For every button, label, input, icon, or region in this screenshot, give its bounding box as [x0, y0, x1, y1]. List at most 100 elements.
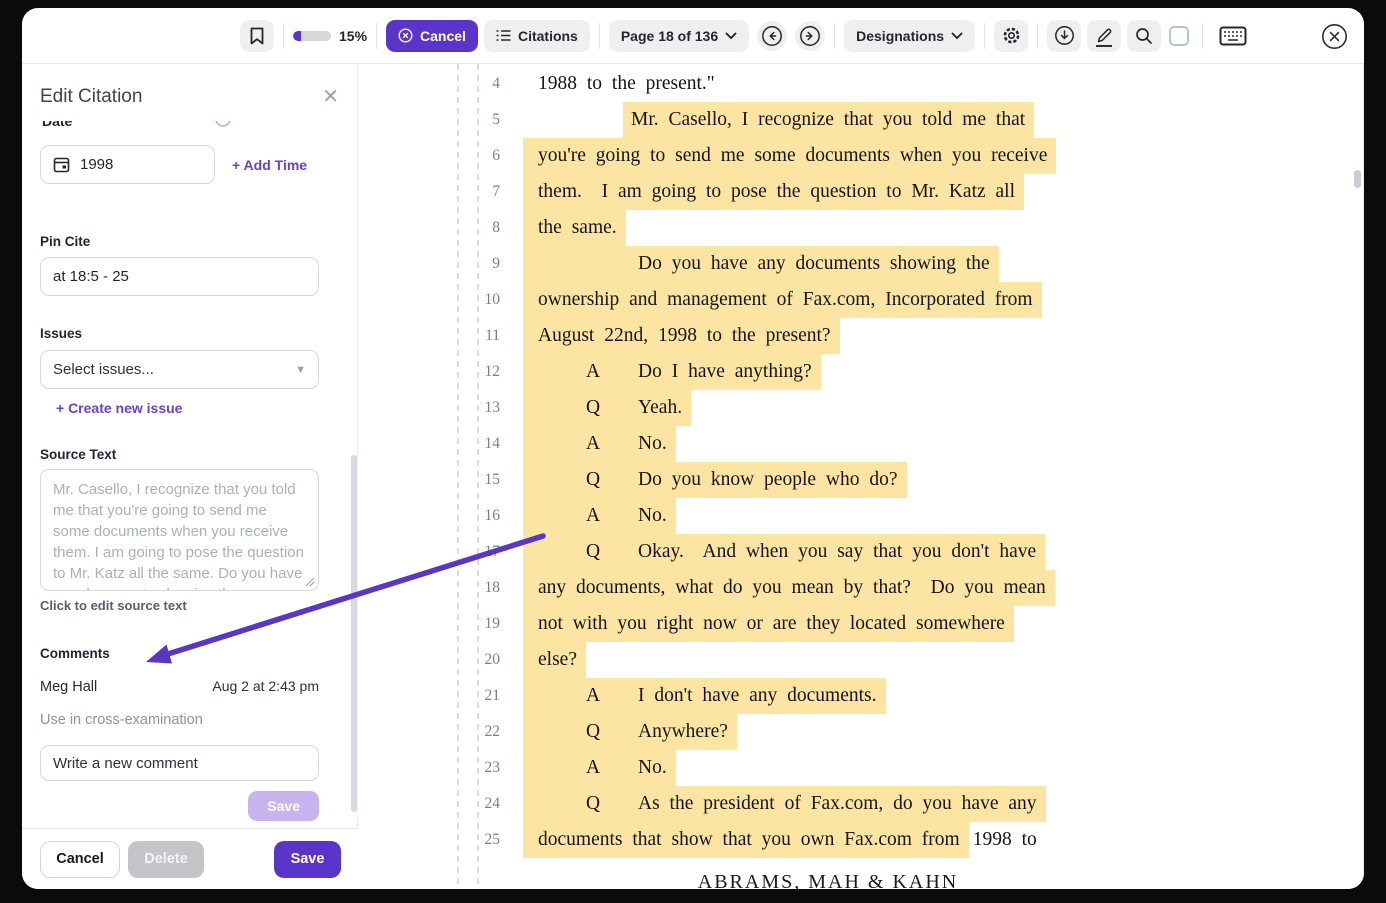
line-content: Do you have any documents showing the	[523, 246, 999, 282]
transcript-line: 12ADo I have anything?	[358, 354, 1363, 390]
line-content: QDo you know people who do?	[523, 462, 907, 498]
highlighter-icon	[1096, 27, 1113, 44]
keyboard-shortcuts-button[interactable]	[1216, 20, 1250, 52]
cancel-button[interactable]: Cancel	[386, 20, 478, 52]
line-text[interactable]: 1988 to the present."	[523, 66, 715, 102]
edit-citation-panel: Edit Citation ✕ Date 1998 + Add Time Pin…	[22, 64, 358, 828]
highlighted-text[interactable]: them. I am going to pose the question to…	[523, 174, 1024, 210]
highlighted-text[interactable]: ownership and management of Fax.com, Inc…	[523, 282, 1042, 318]
gear-icon	[1002, 26, 1021, 45]
highlighted-text[interactable]: Mr. Casello, I recognize that you told m…	[623, 102, 1034, 138]
line-number: 11	[358, 318, 500, 354]
highlighted-text[interactable]: QOkay. And when you say that you don't h…	[523, 534, 1045, 570]
search-icon	[1135, 27, 1153, 45]
transcript-line: 13 QYeah.	[358, 390, 1363, 426]
highlighted-text[interactable]: August 22nd, 1998 to the present?	[523, 318, 840, 354]
highlighted-text[interactable]: else?	[523, 642, 586, 678]
line-content: August 22nd, 1998 to the present?	[523, 318, 840, 354]
panel-scrollbar[interactable]	[351, 455, 357, 812]
speaker-letter: Q	[586, 462, 638, 498]
transcript-line: 6 you're going to send me some documents …	[358, 138, 1363, 174]
source-text-area[interactable]: Mr. Casello, I recognize that you told m…	[40, 469, 319, 591]
next-page-icon	[799, 25, 821, 47]
highlighted-text[interactable]: any documents, what do you mean by that?…	[523, 570, 1055, 606]
prev-page-button[interactable]	[757, 21, 787, 51]
footer-save-button[interactable]: Save	[274, 841, 341, 878]
transcript-line: 14 ANo.	[358, 426, 1363, 462]
date-value: 1998	[80, 156, 113, 173]
line-content: Mr. Casello, I recognize that you told m…	[523, 102, 1034, 138]
transcript-line: 10ownership and management of Fax.com, I…	[358, 282, 1363, 318]
download-button[interactable]	[1047, 20, 1081, 52]
cancel-button-label: Cancel	[420, 28, 466, 44]
create-issue-link[interactable]: + Create new issue	[56, 400, 339, 416]
line-content: AI don't have any documents.	[523, 678, 886, 714]
transcript-line: 21 AI don't have any documents.	[358, 678, 1363, 714]
highlighted-text[interactable]: AI don't have any documents.	[523, 678, 886, 714]
new-comment-input[interactable]	[40, 745, 319, 781]
line-number: 6	[358, 138, 500, 174]
line-number: 23	[358, 750, 500, 786]
line-number: 24	[358, 786, 500, 822]
bookmark-button[interactable]	[240, 20, 274, 52]
progress-label: 15%	[339, 28, 367, 44]
line-content: 1988 to the present."	[523, 66, 715, 102]
page-selector[interactable]: Page 18 of 136	[609, 20, 749, 52]
settings-button[interactable]	[994, 20, 1028, 52]
pin-cite-input[interactable]: at 18:5 - 25	[40, 257, 319, 296]
line-number: 14	[358, 426, 500, 462]
close-button[interactable]	[1321, 23, 1348, 50]
highlighted-text[interactable]: QAs the president of Fax.com, do you hav…	[523, 786, 1046, 822]
document-scrollbar[interactable]	[1354, 170, 1361, 188]
speaker-letter: Q	[586, 714, 638, 750]
footer-cancel-button[interactable]: Cancel	[40, 841, 120, 878]
highlighter-tool-button[interactable]	[1087, 20, 1121, 52]
line-number: 16	[358, 498, 500, 534]
source-text-label: Source Text	[40, 447, 339, 462]
toolbar-checkbox[interactable]	[1169, 26, 1189, 46]
add-time-link[interactable]: + Add Time	[232, 157, 307, 173]
line-content: QAnywhere?	[523, 714, 737, 750]
keyboard-icon	[1219, 26, 1247, 46]
designations-label: Designations	[856, 28, 944, 44]
line-content: else?	[523, 642, 586, 678]
date-input[interactable]: 1998	[40, 145, 215, 184]
transcript-line: 16 ANo.	[358, 498, 1363, 534]
speaker-letter: Q	[586, 786, 638, 822]
citations-button[interactable]: Citations	[484, 20, 590, 52]
source-text-value: Mr. Casello, I recognize that you told m…	[53, 481, 304, 591]
comment-save-button[interactable]: Save	[248, 791, 319, 821]
search-button[interactable]	[1127, 20, 1161, 52]
page-selector-label: Page 18 of 136	[621, 28, 718, 44]
highlighted-text[interactable]: ANo.	[523, 750, 676, 786]
transcript-line: 19not with you right now or are they loc…	[358, 606, 1363, 642]
footer-delete-button[interactable]: Delete	[128, 841, 204, 878]
highlighted-text[interactable]: you're going to send me some documents w…	[523, 138, 1056, 174]
bookmark-icon	[249, 27, 265, 45]
line-number: 13	[358, 390, 500, 426]
issues-select[interactable]: Select issues... ▼	[40, 350, 319, 389]
cancel-circle-icon	[398, 28, 413, 43]
line-content: QOkay. And when you say that you don't h…	[523, 534, 1045, 570]
highlighted-text[interactable]: ADo I have anything?	[523, 354, 821, 390]
highlighted-text[interactable]: QYeah.	[523, 390, 691, 426]
designations-dropdown[interactable]: Designations	[844, 20, 975, 52]
highlighted-text[interactable]: ANo.	[523, 498, 676, 534]
next-page-button[interactable]	[795, 21, 825, 51]
issues-label: Issues	[40, 326, 339, 341]
line-number: 21	[358, 678, 500, 714]
transcript-line: 25documents that show that you own Fax.c…	[358, 822, 1363, 858]
date-label-clipped: Date	[40, 121, 339, 131]
highlighted-text[interactable]: QAnywhere?	[523, 714, 737, 750]
speaker-letter: Q	[586, 534, 638, 570]
highlighted-text[interactable]: Do you have any documents showing the	[523, 246, 999, 282]
panel-close-icon[interactable]: ✕	[322, 87, 339, 107]
highlighted-text[interactable]: not with you right now or are they locat…	[523, 606, 1014, 642]
highlighted-text[interactable]: ANo.	[523, 426, 676, 462]
line-text-tail[interactable]: 1998 to	[969, 822, 1037, 858]
transcript-line: 22QAnywhere?	[358, 714, 1363, 750]
highlighted-text[interactable]: the same.	[523, 210, 626, 246]
resize-handle-icon[interactable]	[305, 577, 315, 587]
highlighted-text[interactable]: QDo you know people who do?	[523, 462, 907, 498]
highlighted-text[interactable]: documents that show that you own Fax.com…	[523, 822, 969, 858]
